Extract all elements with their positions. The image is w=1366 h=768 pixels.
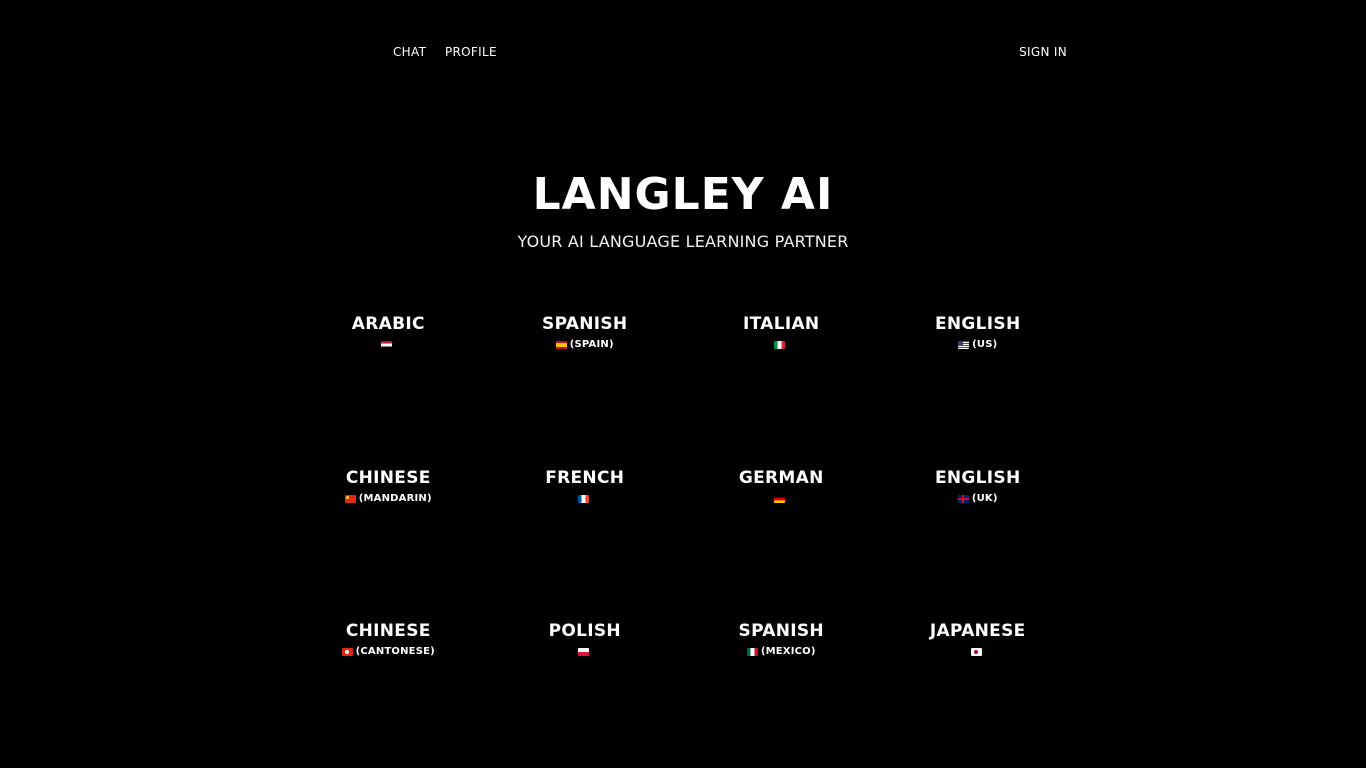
uk-flag-icon (957, 494, 969, 503)
sign-in-link[interactable]: SIGN IN (1019, 45, 1067, 59)
language-variant-row (970, 648, 985, 656)
poland-flag-icon (577, 648, 589, 656)
egypt-flag-icon (381, 341, 393, 349)
language-name: ITALIAN (743, 314, 820, 334)
language-variant-row: (UK) (957, 491, 998, 507)
language-name: GERMAN (738, 467, 824, 488)
language-variant-row (774, 494, 788, 503)
hong-kong-flag-icon (341, 648, 353, 656)
language-variant-row: (SPAIN) (555, 337, 614, 353)
language-card-italian[interactable]: ITALIAN (683, 300, 880, 454)
language-card-chinese-mandarin[interactable]: CHINESE (MANDARIN) (290, 454, 487, 608)
language-variant: (CANTONESE) (355, 646, 435, 657)
language-variant-row: (US) (958, 337, 997, 353)
language-card-polish[interactable]: POLISH (487, 607, 684, 761)
language-card-german[interactable]: GERMAN (683, 454, 880, 608)
mexico-flag-icon (746, 648, 758, 656)
language-card-arabic[interactable]: ARABIC (290, 300, 487, 454)
language-name: ARABIC (351, 314, 425, 334)
language-name: SPANISH (542, 314, 628, 334)
france-flag-icon (577, 494, 589, 503)
language-card-spanish-spain[interactable]: SPANISH (SPAIN) (487, 300, 684, 454)
language-card-chinese-cantonese[interactable]: CHINESE (CANTONESE) (290, 607, 487, 761)
hero: LANGLEY AI YOUR AI LANGUAGE LEARNING PAR… (0, 168, 1366, 252)
language-name: SPANISH (738, 621, 824, 641)
language-card-japanese[interactable]: JAPANESE (880, 607, 1077, 761)
language-variant: (MEXICO) (760, 646, 816, 657)
china-flag-icon (344, 494, 356, 503)
language-name: CHINESE (345, 621, 431, 641)
language-variant-row (381, 341, 395, 349)
language-card-french[interactable]: FRENCH (487, 454, 684, 608)
language-name: FRENCH (545, 467, 625, 488)
language-card-english-us[interactable]: ENGLISH (US) (880, 300, 1077, 454)
page-title: LANGLEY AI (532, 169, 834, 220)
language-variant: (US) (972, 339, 998, 350)
language-name: ENGLISH (934, 314, 1021, 334)
language-variant: (MANDARIN) (358, 492, 432, 504)
language-variant: (SPAIN) (569, 339, 614, 350)
language-name: CHINESE (345, 467, 431, 488)
language-variant-row (577, 494, 592, 503)
nav-profile-link[interactable]: PROFILE (445, 45, 497, 59)
language-name: JAPANESE (929, 621, 1026, 641)
language-variant-row (577, 648, 592, 656)
language-variant: (UK) (971, 492, 998, 504)
language-card-english-uk[interactable]: ENGLISH (UK) (880, 454, 1077, 608)
nav-chat-link[interactable]: CHAT (393, 45, 426, 59)
spain-flag-icon (555, 341, 567, 349)
language-variant-row: (MEXICO) (746, 644, 816, 660)
us-flag-icon (958, 341, 970, 349)
language-grid: ARABIC SPANISH (SPAIN) ITALIAN ENGLISH (… (290, 300, 1075, 761)
germany-flag-icon (774, 494, 786, 503)
japan-flag-icon (970, 648, 982, 656)
language-card-spanish-mexico[interactable]: SPANISH (MEXICO) (683, 607, 880, 761)
page-subtitle: YOUR AI LANGUAGE LEARNING PARTNER (517, 232, 849, 251)
language-variant-row: (CANTONESE) (341, 644, 435, 660)
language-name: POLISH (548, 621, 621, 641)
language-variant-row (774, 341, 788, 349)
top-nav: CHAT PROFILE SIGN IN (0, 0, 1366, 105)
italy-flag-icon (774, 341, 786, 349)
language-name: ENGLISH (934, 467, 1021, 488)
language-variant-row: (MANDARIN) (344, 491, 432, 507)
